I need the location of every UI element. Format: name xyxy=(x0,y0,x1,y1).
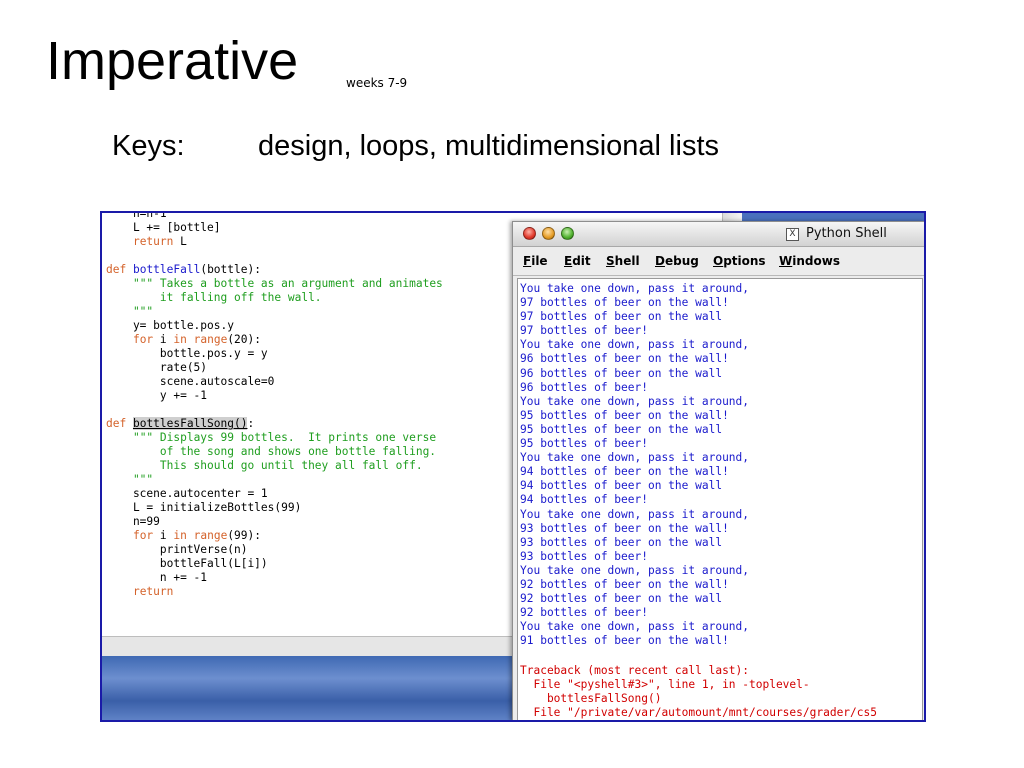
shell-output-line: 92 bottles of beer! xyxy=(520,606,648,620)
shell-output-line: You take one down, pass it around, xyxy=(520,394,750,408)
code-line: printVerse(n) xyxy=(106,543,248,556)
shell-output-line: 97 bottles of beer on the wall! xyxy=(520,296,729,310)
menu-debug[interactable]: Debug xyxy=(655,254,699,268)
code-line: """ xyxy=(106,473,154,486)
code-line: bottleFall(L[i]) xyxy=(106,557,268,570)
shell-output-line: 95 bottles of beer on the wall xyxy=(520,422,723,436)
keys-value: design, loops, multidimensional lists xyxy=(258,130,719,162)
menu-edit[interactable]: Edit xyxy=(564,254,591,268)
code-line: L += [bottle] xyxy=(106,221,221,234)
code-line: def bottlesFallSong(): xyxy=(106,417,255,430)
shell-output-text: You take one down, pass it around, 97 bot… xyxy=(520,282,749,648)
code-line: """ xyxy=(106,305,154,318)
menu-shell[interactable]: Shell xyxy=(606,254,640,268)
code-line: scene.autocenter = 1 xyxy=(106,487,268,500)
shell-output-line: 95 bottles of beer on the wall! xyxy=(520,408,729,422)
code-line: This should go until they all fall off. xyxy=(106,459,423,472)
shell-output-line: 96 bottles of beer on the wall! xyxy=(520,352,729,366)
code-line: y += -1 xyxy=(106,389,208,402)
shell-output-line: You take one down, pass it around, xyxy=(520,338,750,352)
embedded-screenshot: n=n-1 L += [bottle] return L def bottleF… xyxy=(100,211,926,722)
zoom-traffic-light-icon[interactable] xyxy=(561,227,574,240)
shell-output-line: You take one down, pass it around, xyxy=(520,282,750,295)
keys-label: Keys: xyxy=(112,130,185,162)
code-line: y= bottle.pos.y xyxy=(106,319,234,332)
shell-output-line: 96 bottles of beer! xyxy=(520,380,648,394)
shell-output-line: 92 bottles of beer on the wall xyxy=(520,592,723,606)
shell-output-line: 96 bottles of beer on the wall xyxy=(520,366,723,380)
traceback-line: File "<pyshell#3>", line 1, in -toplevel… xyxy=(520,678,810,692)
menu-file[interactable]: File xyxy=(523,254,548,268)
code-line: of the song and shows one bottle falling… xyxy=(106,445,437,458)
code-line: for i in range(99): xyxy=(132,529,261,542)
shell-output-line: You take one down, pass it around, xyxy=(520,507,750,521)
shell-output-line: 92 bottles of beer on the wall! xyxy=(520,577,729,591)
code-line: n=n-1 xyxy=(106,213,167,220)
shell-output-line: You take one down, pass it around, xyxy=(520,620,750,634)
shell-output-line: You take one down, pass it around, xyxy=(520,563,750,577)
shell-output-line: 94 bottles of beer on the wall xyxy=(520,479,723,493)
x11-icon: X xyxy=(786,228,799,241)
shell-window-title: Python Shell xyxy=(806,226,887,241)
code-line: rate(5) xyxy=(106,361,208,374)
code-line: """ Takes a bottle as an argument and an… xyxy=(132,277,443,290)
code-line: bottle.pos.y = y xyxy=(106,347,268,360)
traceback-line: File "/private/var/automount/mnt/courses… xyxy=(520,706,877,720)
shell-output-line: 93 bottles of beer! xyxy=(520,549,648,563)
code-line: it falling off the wall. xyxy=(106,291,322,304)
shell-traceback-text: Traceback (most recent call last): File … xyxy=(520,664,877,720)
slide-title: Imperative xyxy=(46,31,299,91)
close-traffic-light-icon[interactable] xyxy=(523,227,536,240)
shell-output-line: 91 bottles of beer on the wall! xyxy=(520,634,729,648)
code-line: n=99 xyxy=(106,515,160,528)
code-line: for i in range(20): xyxy=(132,333,261,346)
code-line: return xyxy=(132,585,174,598)
shell-output-line: 97 bottles of beer on the wall xyxy=(520,310,723,324)
code-line: n += -1 xyxy=(106,571,208,584)
menu-windows[interactable]: Windows xyxy=(779,254,840,268)
menu-options[interactable]: Options xyxy=(713,254,766,268)
code-line: def bottleFall(bottle): xyxy=(106,263,261,276)
code-line: return L xyxy=(132,235,187,248)
shell-output-line: 97 bottles of beer! xyxy=(520,324,648,338)
traceback-line: bottlesFallSong() xyxy=(520,692,662,706)
shell-output-line: You take one down, pass it around, xyxy=(520,451,750,465)
shell-title-bar[interactable]: X Python Shell xyxy=(513,222,924,247)
code-line: L = initializeBottles(99) xyxy=(106,501,302,514)
code-editor-text[interactable]: n=n-1 L += [bottle] return L def bottleF… xyxy=(106,213,443,599)
shell-output-line: 95 bottles of beer! xyxy=(520,437,648,451)
shell-output-line: 93 bottles of beer on the wall! xyxy=(520,521,729,535)
shell-output-line: 93 bottles of beer on the wall xyxy=(520,535,723,549)
shell-output-line: 94 bottles of beer! xyxy=(520,493,648,507)
python-shell-window: X Python Shell File Edit Shell Debug Opt… xyxy=(512,221,924,720)
code-line: scene.autoscale=0 xyxy=(106,375,275,388)
traceback-line: Traceback (most recent call last): xyxy=(520,664,750,677)
shell-output-line: 94 bottles of beer on the wall! xyxy=(520,465,729,479)
shell-menu-bar: File Edit Shell Debug Options Windows xyxy=(513,247,924,276)
slide-subtitle: weeks 7-9 xyxy=(346,76,408,90)
code-line: """ Displays 99 bottles. It prints one v… xyxy=(132,431,437,444)
minimize-traffic-light-icon[interactable] xyxy=(542,227,555,240)
shell-output-area[interactable]: You take one down, pass it around, 97 bot… xyxy=(517,278,923,720)
